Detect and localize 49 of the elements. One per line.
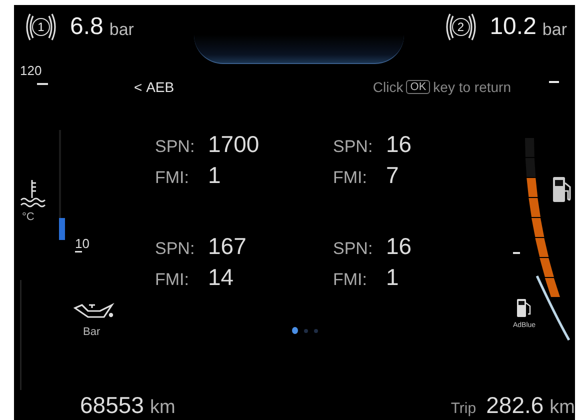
trip-label: Trip: [450, 400, 476, 416]
fmi-value: 1: [386, 264, 400, 291]
spn-label: SPN:: [155, 239, 196, 259]
spn-value: 16: [386, 131, 413, 158]
hint-text: Click: [372, 79, 404, 95]
scale-label: 120: [20, 65, 42, 78]
ok-key: OK: [406, 80, 430, 94]
spn-value: 16: [386, 233, 413, 260]
pressure-unit: bar: [109, 20, 134, 40]
oil-pressure-unit: Bar: [83, 326, 100, 338]
page-dot[interactable]: [314, 328, 318, 332]
thermometer-icon: [20, 179, 46, 208]
fmi-label: FMI:: [333, 270, 368, 290]
scale-tick: [37, 83, 48, 85]
trip-value: 282.6: [486, 392, 544, 418]
circuit-number: 2: [452, 18, 470, 36]
pressure-value: 10.2: [490, 13, 536, 41]
trip-unit: km: [550, 396, 575, 418]
spn-label: SPN:: [155, 137, 196, 157]
fuel-pump-icon: [553, 177, 571, 202]
fmi-value: 1: [208, 162, 222, 189]
page-dot[interactable]: [304, 328, 308, 332]
scale-tick: [75, 251, 82, 252]
spn-value: 1700: [208, 131, 260, 158]
fmi-value: 7: [386, 162, 400, 189]
fuel-pump-icon: [517, 299, 531, 317]
hint-text: key to return: [433, 79, 511, 95]
brake-circuit-icon: [24, 11, 58, 43]
fmi-label: FMI:: [333, 168, 368, 188]
page-dot[interactable]: [292, 327, 298, 334]
brake-circuit-icon: [444, 11, 478, 43]
spn-label: SPN:: [333, 239, 374, 259]
scale-tick: [513, 252, 520, 254]
scale-label: 10: [75, 236, 90, 251]
spn-value: 167: [208, 233, 248, 260]
adblue-gauge: [536, 275, 570, 341]
fmi-label: FMI:: [155, 168, 190, 188]
fmi-value: 14: [208, 264, 235, 291]
pressure-value: 6.8: [70, 13, 104, 41]
pressure-unit: bar: [542, 20, 567, 40]
spn-label: SPN:: [333, 137, 374, 157]
odometer-unit: km: [150, 396, 176, 418]
circuit-number: 1: [32, 18, 50, 36]
scale-tick: [549, 81, 559, 83]
back-link[interactable]: < AEB: [134, 79, 174, 95]
fmi-label: FMI:: [155, 270, 190, 290]
oil-can-icon: [74, 302, 114, 318]
odometer-value: 68553: [80, 392, 144, 418]
temperature-unit: °C: [22, 211, 34, 223]
